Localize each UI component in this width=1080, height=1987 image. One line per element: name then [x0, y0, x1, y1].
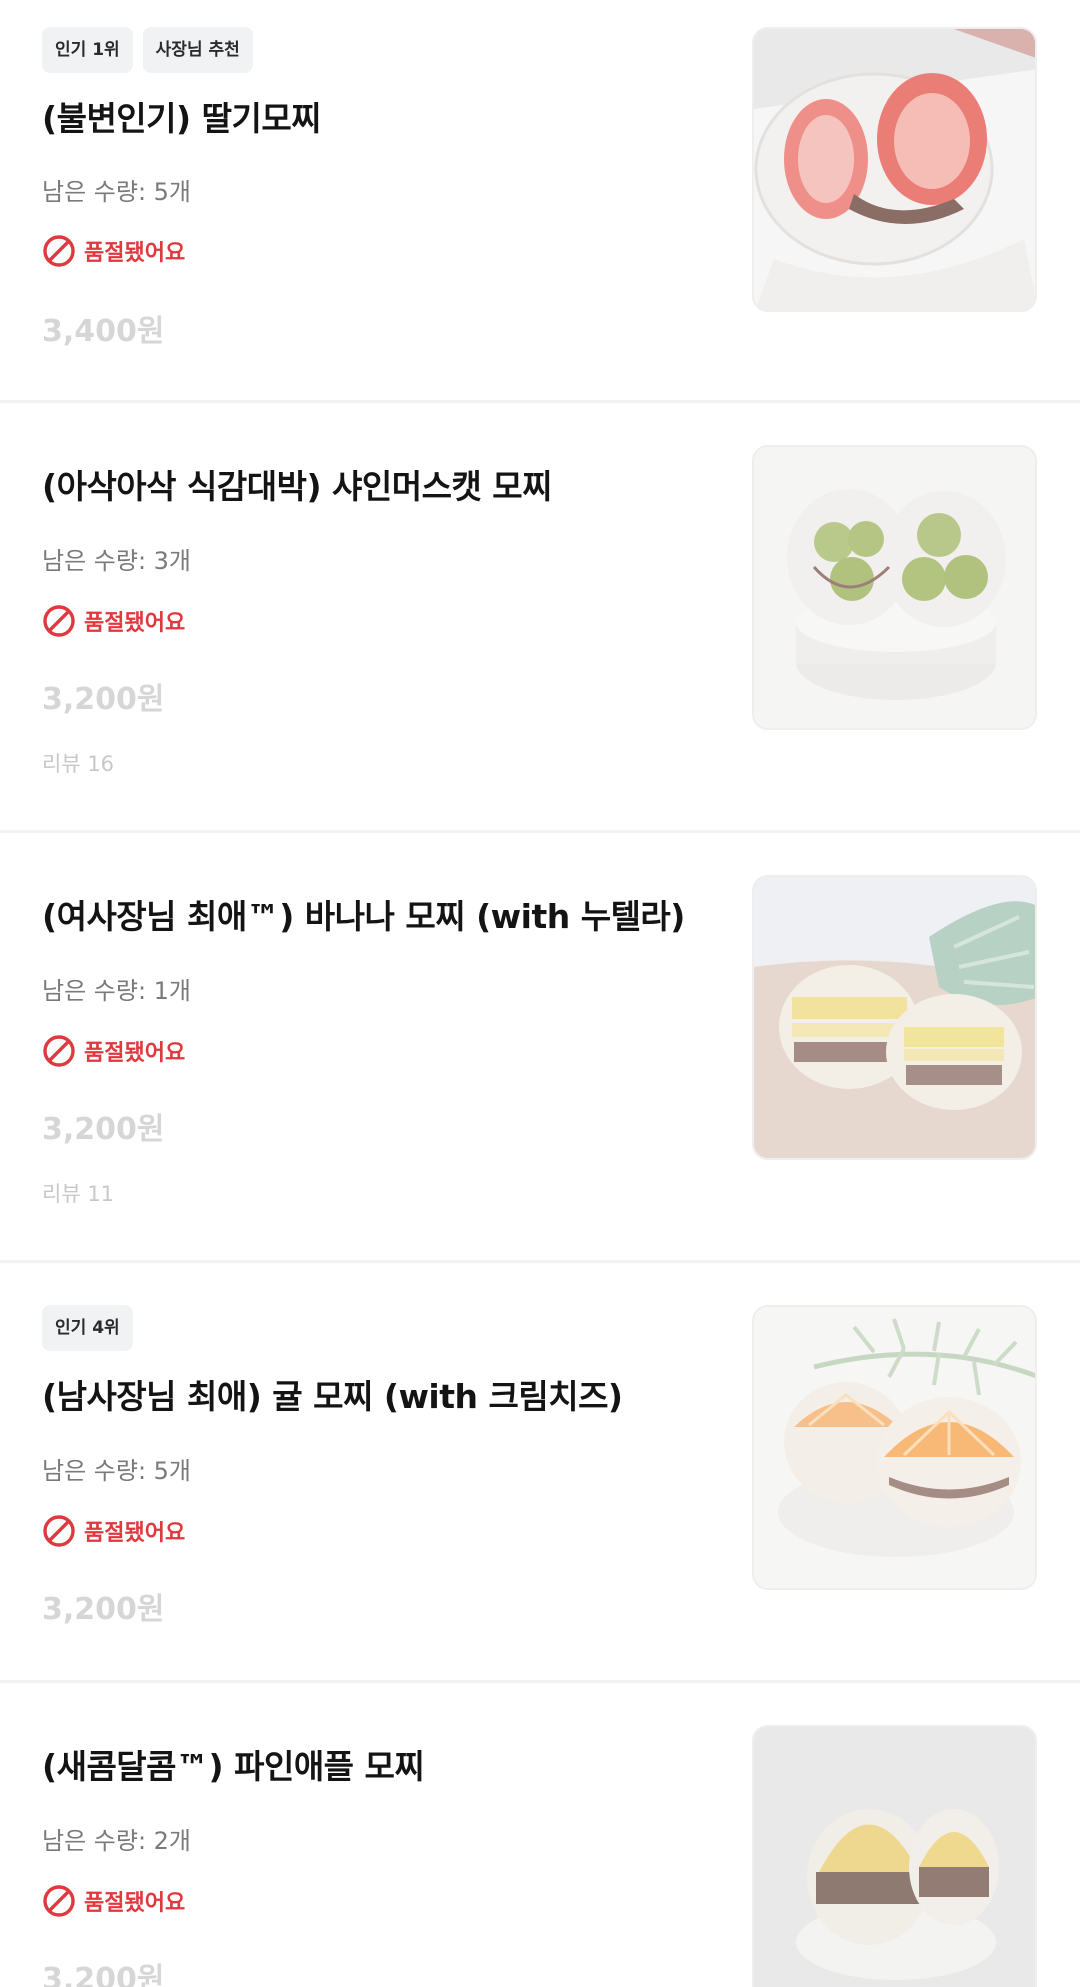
menu-item-price: 3,400원 [42, 314, 165, 349]
stock-count: 남은 수량: 5개 [42, 1457, 192, 1485]
soldout-status: 품절됐어요 [42, 1884, 185, 1918]
menu-item-name: (여사장님 최애™) 바나나 모찌 (with 누텔라) [42, 897, 685, 936]
menu-item-price: 3,200원 [42, 1962, 165, 1987]
soldout-label: 품절됐어요 [84, 1891, 186, 1916]
menu-item-price: 3,200원 [42, 1592, 165, 1627]
menu-item-name: (남사장님 최애) 귤 모찌 (with 크림치즈) [42, 1377, 623, 1416]
strawberry-mochi-photo [752, 27, 1037, 312]
tangerine-mochi-photo [752, 1305, 1037, 1590]
soldout-label: 품절됐어요 [84, 1041, 186, 1066]
stock-count: 남은 수량: 3개 [42, 547, 192, 575]
stock-count: 남은 수량: 5개 [42, 178, 192, 206]
stock-count: 남은 수량: 2개 [42, 1827, 192, 1855]
soldout-status: 품절됐어요 [42, 234, 185, 268]
prohibited-icon [42, 604, 76, 638]
popular-rank-badge: 인기 1위 [42, 27, 133, 73]
popular-rank-badge: 인기 4위 [42, 1305, 133, 1351]
menu-item-name: (아삭아삭 식감대박) 샤인머스캣 모찌 [42, 467, 553, 506]
soldout-label: 품절됐어요 [84, 611, 186, 636]
soldout-status: 품절됐어요 [42, 604, 185, 638]
menu-item-shine-muscat[interactable]: (아삭아삭 식감대박) 샤인머스캣 모찌 남은 수량: 3개 품절됐어요 3,2… [0, 403, 1080, 830]
badge-group: 인기 1위 사장님 추천 [42, 27, 253, 73]
banana-mochi-photo [752, 875, 1037, 1160]
menu-item-price: 3,200원 [42, 682, 165, 717]
menu-item-tangerine[interactable]: 인기 4위 (남사장님 최애) 귤 모찌 (with 크림치즈) 남은 수량: … [0, 1263, 1080, 1680]
review-count: 리뷰 16 [42, 752, 115, 776]
prohibited-icon [42, 1884, 76, 1918]
prohibited-icon [42, 234, 76, 268]
owner-pick-badge: 사장님 추천 [142, 27, 253, 73]
menu-list: 인기 1위 사장님 추천 (불변인기) 딸기모찌 남은 수량: 5개 품절됐어요… [0, 0, 1080, 1987]
pineapple-mochi-photo [752, 1725, 1037, 1987]
menu-item-banana[interactable]: (여사장님 최애™) 바나나 모찌 (with 누텔라) 남은 수량: 1개 품… [0, 833, 1080, 1260]
menu-item-strawberry[interactable]: 인기 1위 사장님 추천 (불변인기) 딸기모찌 남은 수량: 5개 품절됐어요… [0, 0, 1080, 400]
menu-item-pineapple[interactable]: (새콤달콤™) 파인애플 모찌 남은 수량: 2개 품절됐어요 3,200원 [0, 1683, 1080, 1987]
soldout-label: 품절됐어요 [84, 241, 186, 266]
prohibited-icon [42, 1514, 76, 1548]
stock-count: 남은 수량: 1개 [42, 977, 192, 1005]
soldout-label: 품절됐어요 [84, 1521, 186, 1546]
shine-muscat-mochi-photo [752, 445, 1037, 730]
prohibited-icon [42, 1034, 76, 1068]
badge-group: 인기 4위 [42, 1305, 133, 1351]
menu-item-name: (불변인기) 딸기모찌 [42, 99, 322, 138]
soldout-status: 품절됐어요 [42, 1034, 185, 1068]
soldout-status: 품절됐어요 [42, 1514, 185, 1548]
menu-item-price: 3,200원 [42, 1112, 165, 1147]
review-count: 리뷰 11 [42, 1182, 115, 1206]
menu-item-name: (새콤달콤™) 파인애플 모찌 [42, 1747, 425, 1786]
